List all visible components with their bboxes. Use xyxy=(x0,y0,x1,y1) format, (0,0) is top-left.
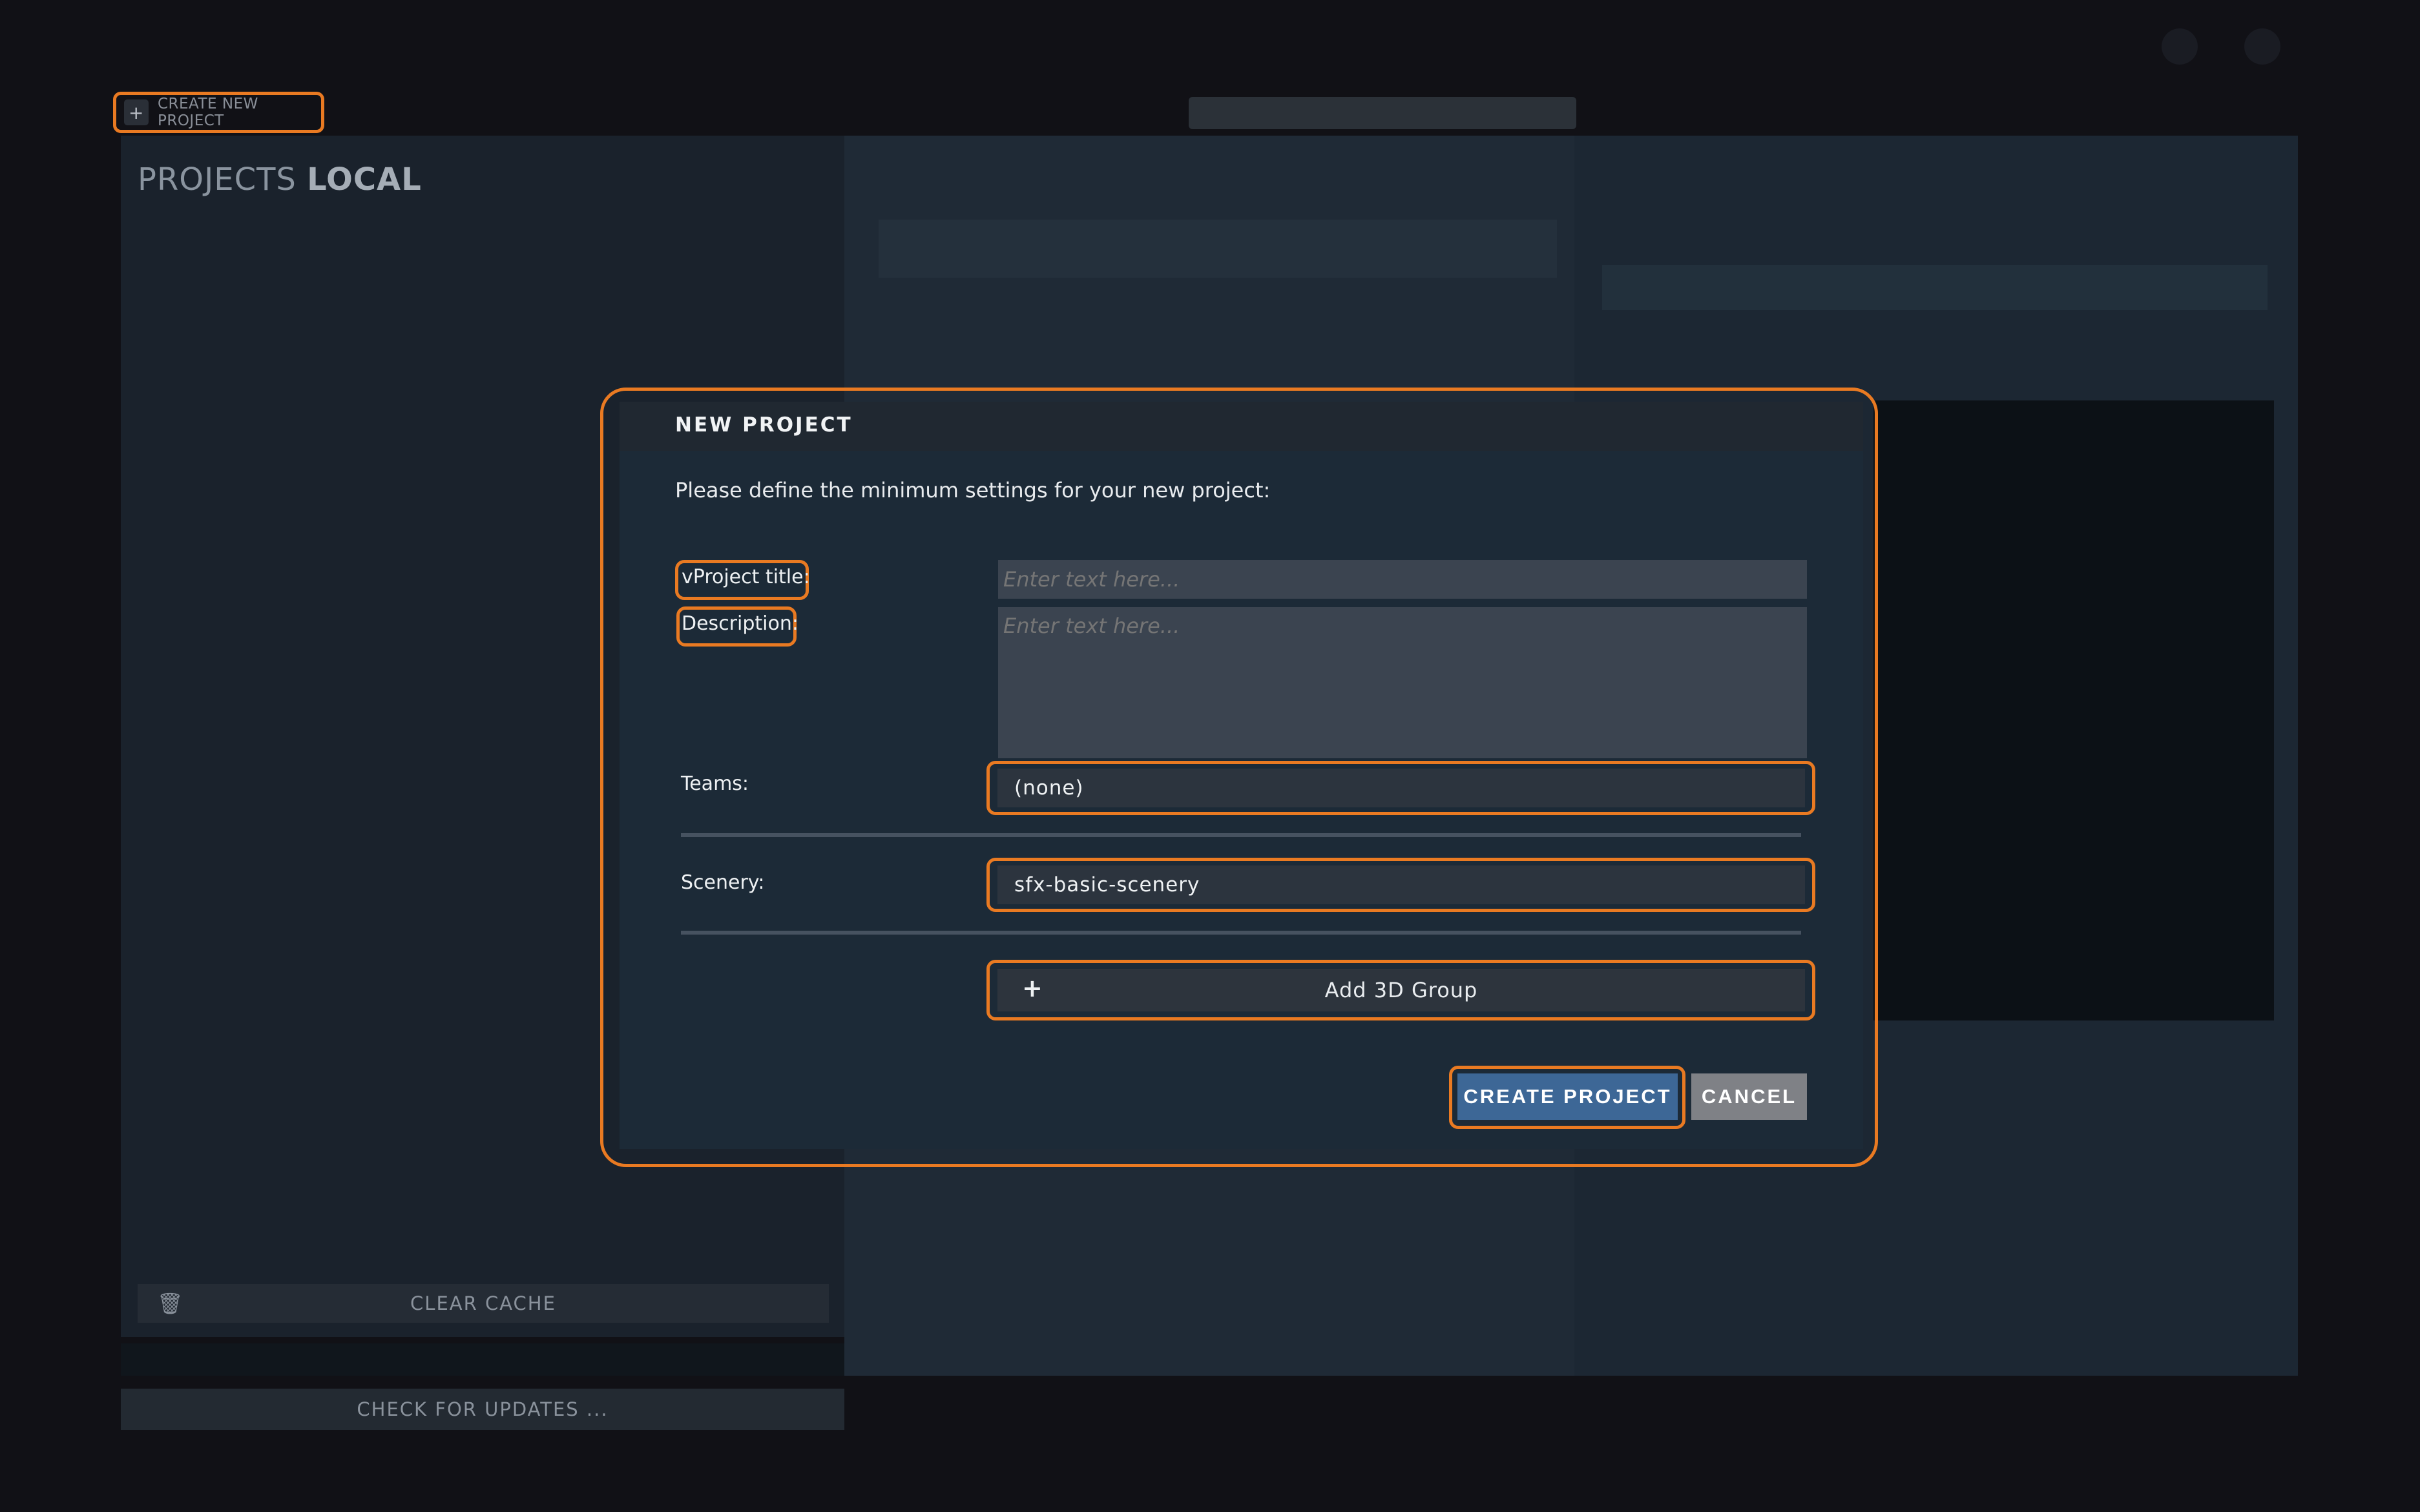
check-for-updates-label: CHECK FOR UPDATES ... xyxy=(357,1398,609,1420)
page-title: PROJECTS LOCAL xyxy=(138,161,422,198)
details-settings-row xyxy=(1602,265,2268,310)
teams-label: Teams: xyxy=(681,772,749,795)
dialog-title: NEW PROJECT xyxy=(675,413,853,437)
page-title-prefix: PROJECTS xyxy=(138,161,297,198)
plus-icon: + xyxy=(124,99,149,125)
clear-cache-button[interactable]: CLEAR CACHE xyxy=(138,1284,829,1323)
teams-select-value: (none) xyxy=(1014,776,1084,800)
project-title-input[interactable] xyxy=(998,560,1807,599)
plus-icon: + xyxy=(1022,974,1043,1002)
create-new-project-label: CREATE NEW PROJECT xyxy=(157,96,258,129)
scenery-select-value: sfx-basic-scenery xyxy=(1014,873,1200,896)
project-title-label: vProject title: xyxy=(682,566,810,588)
check-for-updates-button[interactable]: CHECK FOR UPDATES ... xyxy=(121,1389,844,1430)
user-avatar-icon[interactable] xyxy=(2162,28,2198,65)
divider xyxy=(681,931,1801,935)
description-label: Description: xyxy=(682,612,798,635)
scenery-select[interactable]: sfx-basic-scenery xyxy=(997,865,1805,904)
dialog-intro-text: Please define the minimum settings for y… xyxy=(675,478,1271,502)
create-new-project-button[interactable]: + CREATE NEW PROJECT xyxy=(113,92,324,133)
divider xyxy=(681,833,1801,837)
page-title-bold: LOCAL xyxy=(307,161,422,198)
teams-select[interactable]: (none) xyxy=(997,769,1805,807)
add-3d-group-label: Add 3D Group xyxy=(1324,978,1478,1002)
status-bar xyxy=(121,1343,844,1376)
online-search-input[interactable] xyxy=(1189,97,1576,129)
scenery-label: Scenery: xyxy=(681,871,765,894)
description-textarea[interactable] xyxy=(998,607,1807,758)
trash-icon: 🗑 xyxy=(157,1291,183,1316)
online-project-row[interactable] xyxy=(879,220,1557,278)
clear-cache-label: CLEAR CACHE xyxy=(410,1292,556,1314)
project-preview-area xyxy=(1873,400,2274,1020)
create-project-button[interactable]: CREATE PROJECT xyxy=(1457,1073,1678,1120)
cancel-button[interactable]: CANCEL xyxy=(1691,1073,1807,1120)
add-3d-group-button[interactable]: Add 3D Group xyxy=(997,969,1805,1011)
menu-icon[interactable] xyxy=(2244,28,2280,65)
